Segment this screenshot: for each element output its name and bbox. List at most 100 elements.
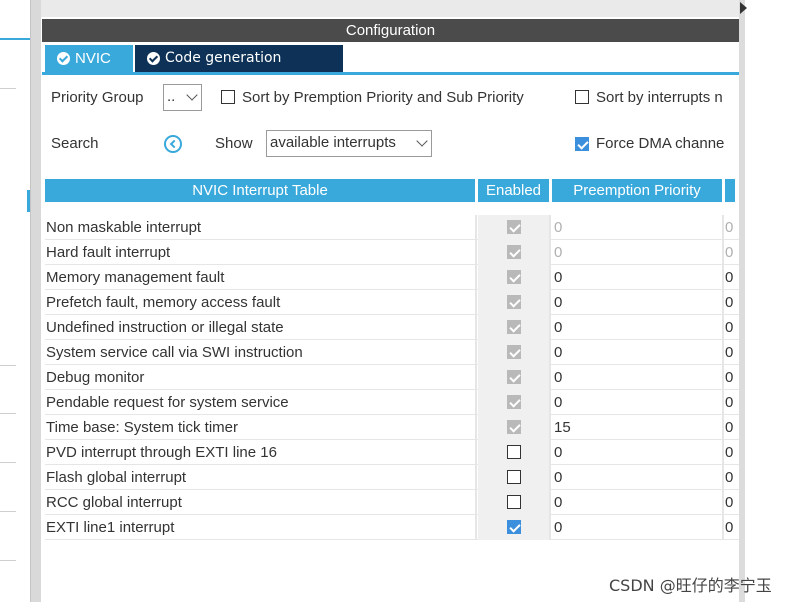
column-header-enabled[interactable]: Enabled bbox=[478, 179, 549, 202]
sub-priority-value[interactable]: 0 bbox=[725, 415, 739, 440]
preemption-priority-value[interactable]: 0 bbox=[552, 315, 722, 340]
tab-code-generation[interactable]: Code generation bbox=[135, 45, 343, 72]
column-separator bbox=[722, 365, 724, 390]
enabled-cell bbox=[478, 440, 549, 465]
config-tabs: NVIC Code generation bbox=[42, 45, 739, 75]
table-row[interactable]: Flash global interrupt 0 0 bbox=[45, 465, 739, 490]
column-separator bbox=[549, 265, 551, 290]
interrupt-name: Memory management fault bbox=[46, 269, 225, 286]
sort-premption-checkbox[interactable] bbox=[221, 90, 235, 104]
sub-priority-value[interactable]: 0 bbox=[725, 490, 739, 515]
sub-priority-value[interactable]: 0 bbox=[725, 465, 739, 490]
sub-priority-value[interactable]: 0 bbox=[725, 365, 739, 390]
column-separator bbox=[475, 215, 477, 240]
search-back-icon[interactable] bbox=[164, 135, 182, 153]
preemption-priority-value[interactable]: 0 bbox=[552, 515, 722, 540]
enabled-checkbox bbox=[507, 220, 521, 234]
force-dma-label: Force DMA channe bbox=[596, 135, 725, 152]
column-separator bbox=[475, 465, 477, 490]
enabled-cell bbox=[478, 215, 549, 240]
column-separator bbox=[722, 315, 724, 340]
column-separator bbox=[549, 440, 551, 465]
enabled-checkbox[interactable] bbox=[507, 445, 521, 459]
priority-group-select[interactable]: .. bbox=[163, 84, 202, 111]
enabled-checkbox[interactable] bbox=[507, 495, 521, 509]
scroll-right-arrow-icon[interactable] bbox=[740, 2, 747, 14]
sub-priority-value[interactable]: 0 bbox=[725, 515, 739, 540]
left-panel-divider bbox=[0, 365, 16, 366]
interrupt-name: Undefined instruction or illegal state bbox=[46, 319, 284, 336]
sub-priority-value[interactable]: 0 bbox=[725, 265, 739, 290]
table-row[interactable]: Debug monitor 0 0 bbox=[45, 365, 739, 390]
enabled-cell bbox=[478, 365, 549, 390]
table-row[interactable]: Undefined instruction or illegal state 0 0 bbox=[45, 315, 739, 340]
column-separator bbox=[722, 415, 724, 440]
enabled-checkbox[interactable] bbox=[507, 470, 521, 484]
sub-priority-value: 0 bbox=[725, 244, 734, 261]
column-separator bbox=[475, 265, 477, 290]
table-row[interactable]: RCC global interrupt 0 0 bbox=[45, 490, 739, 515]
preemption-priority-value: 0 bbox=[554, 244, 563, 261]
table-row[interactable]: PVD interrupt through EXTI line 16 0 0 bbox=[45, 440, 739, 465]
column-separator bbox=[722, 440, 724, 465]
column-separator bbox=[549, 240, 551, 265]
preemption-priority-value[interactable]: 0 bbox=[552, 465, 722, 490]
column-separator bbox=[722, 390, 724, 415]
check-circle-icon bbox=[57, 52, 70, 65]
preemption-priority-value[interactable]: 0 bbox=[552, 365, 722, 390]
preemption-priority-value[interactable]: 0 bbox=[552, 490, 722, 515]
panel-splitter[interactable] bbox=[30, 0, 41, 602]
preemption-priority-value[interactable]: 0 bbox=[552, 390, 722, 415]
interrupt-name: PVD interrupt through EXTI line 16 bbox=[46, 444, 277, 461]
enabled-checkbox[interactable] bbox=[507, 520, 521, 534]
sub-priority-value[interactable]: 0 bbox=[725, 390, 739, 415]
show-select-value: available interrupts bbox=[270, 134, 396, 151]
left-panel-strip bbox=[0, 0, 30, 602]
enabled-checkbox bbox=[507, 295, 521, 309]
table-row[interactable]: Pendable request for system service 0 0 bbox=[45, 390, 739, 415]
preemption-priority-value[interactable]: 0 bbox=[552, 265, 722, 290]
column-header-preemption[interactable]: Preemption Priority bbox=[552, 179, 722, 202]
preemption-priority-value[interactable]: 0 bbox=[552, 290, 722, 315]
column-header-interrupt[interactable]: NVIC Interrupt Table bbox=[45, 179, 475, 202]
column-header-sub-priority[interactable] bbox=[725, 179, 735, 202]
sub-priority-value[interactable]: 0 bbox=[725, 340, 739, 365]
table-row[interactable]: System service call via SWI instruction 0… bbox=[45, 340, 739, 365]
enabled-checkbox bbox=[507, 370, 521, 384]
vertical-scrollbar[interactable] bbox=[739, 0, 745, 602]
sort-interrupts-checkbox[interactable] bbox=[575, 90, 589, 104]
sort-interrupts-label: Sort by interrupts n bbox=[596, 89, 723, 106]
enabled-cell bbox=[478, 490, 549, 515]
show-select[interactable]: available interrupts bbox=[266, 130, 432, 157]
preemption-priority-value[interactable]: 0 bbox=[552, 340, 722, 365]
table-row[interactable]: Non maskable interrupt 0 0 bbox=[45, 215, 739, 240]
table-row[interactable]: Memory management fault 0 0 bbox=[45, 265, 739, 290]
column-separator bbox=[549, 490, 551, 515]
left-panel-accent-line bbox=[0, 38, 30, 40]
sub-priority-value[interactable]: 0 bbox=[725, 315, 739, 340]
interrupt-name: Pendable request for system service bbox=[46, 394, 289, 411]
table-row[interactable]: EXTI line1 interrupt 0 0 bbox=[45, 515, 739, 540]
tab-nvic[interactable]: NVIC bbox=[45, 45, 133, 72]
show-label: Show bbox=[215, 135, 253, 152]
table-row[interactable]: Prefetch fault, memory access fault 0 0 bbox=[45, 290, 739, 315]
column-separator bbox=[722, 290, 724, 315]
configuration-header: Configuration bbox=[42, 19, 739, 42]
interrupt-table-body: Non maskable interrupt 0 0 Hard fault inter… bbox=[45, 215, 739, 540]
enabled-cell bbox=[478, 390, 549, 415]
sub-priority-value[interactable]: 0 bbox=[725, 290, 739, 315]
table-row[interactable]: Hard fault interrupt 0 0 bbox=[45, 240, 739, 265]
preemption-priority-value[interactable]: 15 bbox=[552, 415, 722, 440]
force-dma-checkbox[interactable] bbox=[575, 137, 589, 151]
interrupt-name: EXTI line1 interrupt bbox=[46, 519, 175, 536]
enabled-cell bbox=[478, 465, 549, 490]
preemption-priority-value[interactable]: 0 bbox=[552, 440, 722, 465]
column-separator bbox=[475, 290, 477, 315]
search-label: Search bbox=[51, 135, 99, 152]
sub-priority-value[interactable]: 0 bbox=[725, 440, 739, 465]
interrupt-name: Hard fault interrupt bbox=[46, 244, 171, 261]
table-row[interactable]: Time base: System tick timer 15 0 bbox=[45, 415, 739, 440]
watermark: CSDN @旺仔的李宁玉 bbox=[609, 576, 772, 595]
column-separator bbox=[722, 465, 724, 490]
column-separator bbox=[549, 315, 551, 340]
